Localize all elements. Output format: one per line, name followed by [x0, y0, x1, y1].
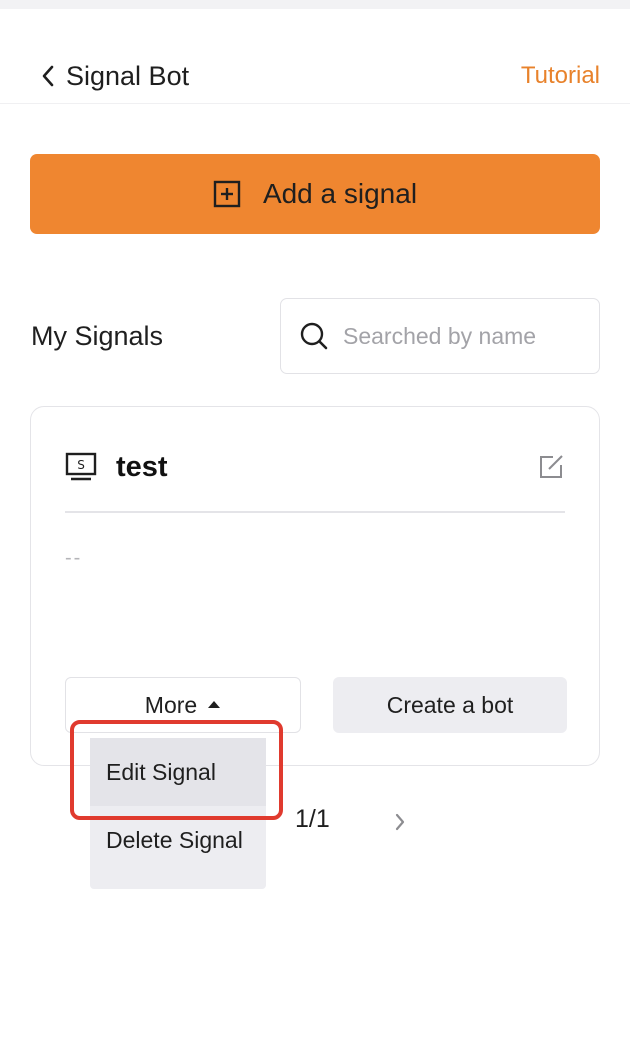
create-bot-button[interactable]: Create a bot: [333, 677, 567, 733]
svg-text:S: S: [77, 458, 85, 472]
page-title: Signal Bot: [66, 61, 190, 91]
chevron-right-icon: [395, 813, 405, 831]
my-signals-title: My Signals: [31, 321, 164, 351]
add-signal-label: Add a signal: [262, 178, 418, 209]
signal-monitor-icon: S: [65, 452, 97, 487]
search-box[interactable]: [280, 298, 600, 374]
tutorial-link[interactable]: Tutorial: [521, 60, 600, 92]
chevron-left-icon: [42, 65, 54, 87]
top-strip: [0, 0, 630, 18]
search-input[interactable]: [343, 316, 583, 356]
back-button[interactable]: [34, 58, 62, 94]
pagination-text: 1/1: [295, 805, 330, 833]
more-menu: Edit Signal Delete Signal: [90, 738, 266, 889]
caret-up-icon: [208, 701, 221, 708]
delete-signal-menu-item[interactable]: Delete Signal: [90, 806, 266, 874]
more-label: More: [144, 691, 198, 718]
next-page-button[interactable]: [388, 808, 412, 836]
plus-square-icon: [213, 180, 241, 208]
search-icon: [300, 322, 328, 350]
signal-name: test: [116, 451, 168, 483]
edit-icon[interactable]: [537, 453, 565, 486]
signal-card: S test -- More Create a bot: [30, 406, 600, 766]
add-signal-button[interactable]: Add a signal: [30, 154, 600, 234]
more-button[interactable]: More: [65, 677, 301, 733]
signal-description: --: [65, 547, 83, 569]
card-divider: [65, 511, 565, 513]
edit-signal-menu-item[interactable]: Edit Signal: [90, 738, 266, 806]
